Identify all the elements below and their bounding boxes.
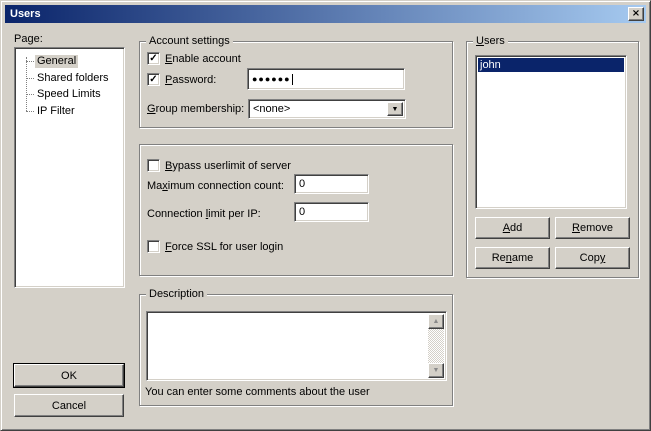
tree-stub: [26, 94, 34, 95]
dropdown-selected-value: <none>: [253, 103, 290, 115]
page-label: Page:: [14, 33, 43, 46]
cancel-button[interactable]: Cancel: [14, 394, 124, 417]
description-scrollbar[interactable]: ▲ ▼: [428, 314, 444, 378]
users-dialog: Users × Page: General Shared folders Spe…: [0, 0, 651, 431]
sidebar-item-general[interactable]: General: [26, 54, 78, 68]
sidebar-item-ip-filter[interactable]: IP Filter: [26, 104, 77, 118]
close-icon: ×: [632, 8, 640, 19]
max-connection-count-input[interactable]: 0: [294, 174, 369, 194]
window-title: Users: [10, 8, 41, 20]
arrow-down-icon: ▼: [433, 367, 440, 374]
checkmark-icon: ✓: [149, 53, 157, 64]
password-checkbox[interactable]: ✓: [147, 73, 160, 86]
description-textarea[interactable]: ▲ ▼: [146, 311, 447, 381]
password-masked-value: ●●●●●●: [252, 73, 291, 86]
bypass-userlimit-label: Bypass userlimit of server: [165, 160, 291, 173]
bypass-userlimit-checkbox[interactable]: [147, 159, 160, 172]
account-settings-group-label: Account settings: [146, 35, 233, 48]
page-tree[interactable]: General Shared folders Speed Limits IP F…: [14, 47, 125, 288]
scroll-up-button[interactable]: ▲: [428, 314, 444, 329]
tree-item-label: IP Filter: [35, 105, 77, 118]
users-group: Users john Add Remove Rename Copy: [466, 41, 639, 278]
max-connection-count-value: 0: [299, 178, 305, 190]
group-membership-dropdown[interactable]: <none> ▼: [248, 99, 406, 119]
max-connection-count-label: Maximum connection count:: [147, 180, 284, 193]
text-caret: [292, 74, 293, 85]
add-user-button[interactable]: Add: [475, 217, 550, 239]
connection-limit-per-ip-value: 0: [299, 206, 305, 218]
rename-user-button[interactable]: Rename: [475, 247, 550, 269]
title-bar[interactable]: Users ×: [5, 5, 646, 23]
copy-user-button[interactable]: Copy: [555, 247, 630, 269]
description-group-label: Description: [146, 288, 207, 301]
tree-item-label: Shared folders: [35, 72, 111, 85]
sidebar-item-speed-limits[interactable]: Speed Limits: [26, 87, 103, 101]
remove-user-button[interactable]: Remove: [555, 217, 630, 239]
group-membership-label: Group membership:: [147, 103, 244, 116]
tree-stub: [26, 61, 34, 62]
users-group-label: Users: [473, 35, 508, 48]
connection-limit-per-ip-label: Connection limit per IP:: [147, 208, 261, 221]
force-ssl-checkbox[interactable]: [147, 240, 160, 253]
dropdown-button[interactable]: ▼: [387, 102, 403, 116]
scroll-down-button[interactable]: ▼: [428, 363, 444, 378]
connection-limit-per-ip-input[interactable]: 0: [294, 202, 369, 222]
tree-stub: [26, 111, 34, 112]
enable-account-label: Enable account: [165, 53, 241, 66]
ok-button[interactable]: OK: [14, 364, 124, 387]
chevron-down-icon: ▼: [392, 106, 399, 113]
description-group: Description ▲ ▼ You can enter some comme…: [139, 294, 453, 406]
tree-item-label: General: [35, 55, 78, 68]
password-input[interactable]: ●●●●●●: [247, 68, 405, 90]
connection-limits-group: Bypass userlimit of server Maximum conne…: [139, 144, 453, 276]
enable-account-checkbox[interactable]: ✓: [147, 52, 160, 65]
tree-item-label: Speed Limits: [35, 88, 103, 101]
password-label: Password:: [165, 74, 216, 87]
list-item[interactable]: john: [478, 58, 624, 72]
users-list[interactable]: john: [475, 55, 627, 209]
account-settings-group: Account settings ✓ Enable account ✓ Pass…: [139, 41, 453, 128]
checkmark-icon: ✓: [149, 74, 157, 85]
arrow-up-icon: ▲: [433, 318, 440, 325]
tree-stub: [26, 78, 34, 79]
user-name: john: [480, 59, 501, 71]
sidebar-item-shared-folders[interactable]: Shared folders: [26, 71, 111, 85]
force-ssl-label: Force SSL for user login: [165, 241, 283, 254]
description-caption: You can enter some comments about the us…: [145, 386, 370, 399]
close-button[interactable]: ×: [628, 7, 644, 21]
